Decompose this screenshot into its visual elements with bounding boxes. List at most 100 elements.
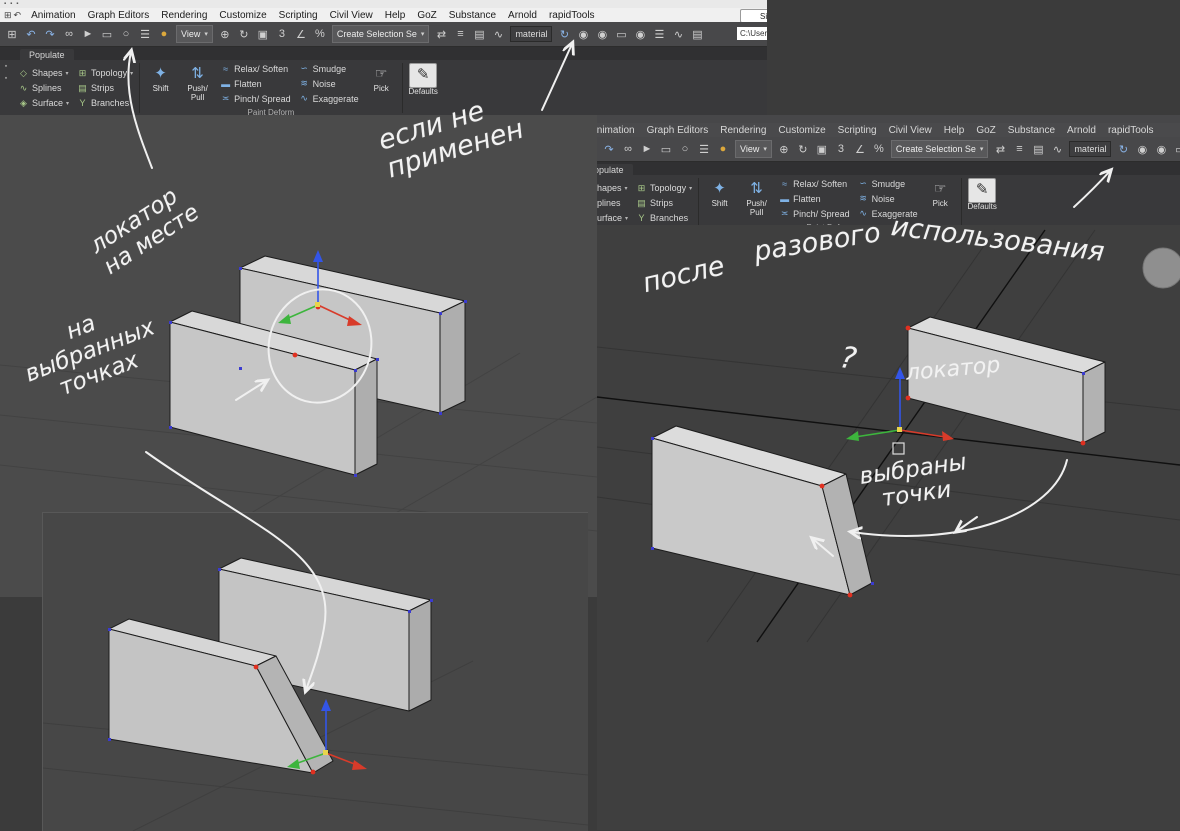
select-arrow-icon[interactable]: ► <box>79 25 97 44</box>
material-field[interactable]: material <box>1069 141 1111 157</box>
render-teapot-icon[interactable]: ◉ <box>631 25 649 44</box>
shapes-button[interactable]: ◇ Shapes ▾ <box>597 181 631 196</box>
select-arrow-icon[interactable]: ► <box>638 140 656 159</box>
move-icon[interactable]: ⊕ <box>216 25 234 44</box>
view-dropdown[interactable]: View ▾ <box>176 25 213 43</box>
menu-arnold[interactable]: Arnold <box>1061 125 1102 136</box>
menu-graph-editors[interactable]: Graph Editors <box>82 10 156 21</box>
menu-substance[interactable]: Substance <box>443 10 502 21</box>
angle-snap-icon[interactable]: ∠ <box>292 25 310 44</box>
menu-rendering[interactable]: Rendering <box>714 125 772 136</box>
view-sphere-icon[interactable]: ● <box>714 140 732 159</box>
branches-button[interactable]: Y Branches <box>633 211 695 226</box>
angle-snap-icon[interactable]: ∠ <box>851 140 869 159</box>
menu-rendering[interactable]: Rendering <box>155 10 213 21</box>
viewport-bottom-left[interactable] <box>42 512 588 831</box>
render-frame-icon[interactable]: ▭ <box>612 25 630 44</box>
undo-icon[interactable]: ↶ <box>22 25 40 44</box>
rotate-icon[interactable]: ↻ <box>235 25 253 44</box>
menu-customize[interactable]: Customize <box>772 125 831 136</box>
link-icon[interactable]: ∞ <box>60 25 78 44</box>
select-by-name-icon[interactable]: ☰ <box>695 140 713 159</box>
relax-soften-button[interactable]: ≈ Relax/ Soften <box>776 176 853 191</box>
menu-rapidtools[interactable]: rapidTools <box>543 10 601 21</box>
undo-icon[interactable]: ↶ <box>14 10 22 21</box>
mirror-icon[interactable]: ⇄ <box>991 140 1009 159</box>
tab-populate[interactable]: Populate <box>597 164 633 175</box>
mirror-icon[interactable]: ⇄ <box>432 25 450 44</box>
shapes-button[interactable]: ◇ Shapes ▾ <box>15 66 72 81</box>
material-field[interactable]: material <box>510 26 552 42</box>
surface-button[interactable]: ◈ Surface ▾ <box>597 211 631 226</box>
rotate-icon[interactable]: ↻ <box>794 140 812 159</box>
material-editor-icon[interactable]: ◉ <box>574 25 592 44</box>
select-by-name-icon[interactable]: ☰ <box>136 25 154 44</box>
project-path-field[interactable]: C:\Users <box>737 27 767 40</box>
relax-soften-button[interactable]: ≈ Relax/ Soften <box>217 61 294 76</box>
exaggerate-button[interactable]: ∿ Exaggerate <box>855 206 921 221</box>
menu-animation[interactable]: Animation <box>25 10 81 21</box>
move-icon[interactable]: ⊕ <box>775 140 793 159</box>
splines-button[interactable]: ∿ Splines <box>597 196 631 211</box>
flatten-button[interactable]: ▬ Flatten <box>776 191 853 206</box>
ribbon-config-icon[interactable]: ▪ <box>5 75 7 82</box>
menu-goz[interactable]: GoZ <box>970 125 1001 136</box>
scale-icon[interactable]: ▣ <box>813 140 831 159</box>
menu-arnold[interactable]: Arnold <box>502 10 543 21</box>
strips-button[interactable]: ▤ Strips <box>74 81 136 96</box>
layers-icon[interactable]: ▤ <box>688 25 706 44</box>
noise-button[interactable]: ≋ Noise <box>296 76 362 91</box>
defaults-button[interactable]: ✎ Defaults <box>964 175 1001 225</box>
selection-set-dropdown[interactable]: Create Selection Se ▾ <box>891 140 989 158</box>
curve-icon[interactable]: ∿ <box>669 25 687 44</box>
align-icon[interactable]: ≡ <box>1010 140 1028 159</box>
branches-button[interactable]: Y Branches <box>74 96 136 111</box>
smudge-button[interactable]: ∽ Smudge <box>296 61 362 76</box>
sign-in-button[interactable]: Sign i <box>740 9 767 23</box>
window-grid-icon[interactable]: ⊞ <box>3 25 21 44</box>
select-by-name-icon[interactable]: ☰ <box>650 25 668 44</box>
menu-help[interactable]: Help <box>938 125 971 136</box>
render-setup-icon[interactable]: ◉ <box>1152 140 1170 159</box>
exaggerate-button[interactable]: ∿ Exaggerate <box>296 91 362 106</box>
menu-help[interactable]: Help <box>379 10 412 21</box>
topology-button[interactable]: ⊞ Topology ▾ <box>74 66 136 81</box>
push-pull-button[interactable]: ⇅ Push/ Pull <box>738 175 775 222</box>
shift-button[interactable]: ✦ Shift <box>701 175 738 222</box>
app-grid-icon[interactable]: ⊞ <box>4 10 12 21</box>
menu-customize[interactable]: Customize <box>213 10 272 21</box>
view-dropdown[interactable]: View ▾ <box>735 140 772 158</box>
snap-toggle-icon[interactable]: 3 <box>273 25 291 44</box>
rect-select-icon[interactable]: ▭ <box>98 25 116 44</box>
layers-icon[interactable]: ▤ <box>1029 140 1047 159</box>
rotate-refresh-icon[interactable]: ↻ <box>1114 140 1132 159</box>
undo-icon[interactable]: ↶ <box>597 140 599 159</box>
topology-button[interactable]: ⊞ Topology ▾ <box>633 181 695 196</box>
curve-editor-icon[interactable]: ∿ <box>1048 140 1066 159</box>
circle-select-icon[interactable]: ○ <box>117 25 135 44</box>
splines-button[interactable]: ∿ Splines <box>15 81 72 96</box>
ribbon-config-icons[interactable]: ▪ ▪ <box>1 63 11 82</box>
material-editor-icon[interactable]: ◉ <box>1133 140 1151 159</box>
circle-select-icon[interactable]: ○ <box>676 140 694 159</box>
viewcube-sphere[interactable] <box>1143 248 1180 288</box>
selection-set-dropdown[interactable]: Create Selection Se ▾ <box>332 25 430 43</box>
menu-substance[interactable]: Substance <box>1002 125 1061 136</box>
scale-icon[interactable]: ▣ <box>254 25 272 44</box>
render-setup-icon[interactable]: ◉ <box>593 25 611 44</box>
menu-scripting[interactable]: Scripting <box>832 125 883 136</box>
ribbon-config-icon[interactable]: ▪ <box>5 63 7 70</box>
tab-populate[interactable]: Populate <box>20 49 74 60</box>
redo-icon[interactable]: ↷ <box>41 25 59 44</box>
noise-button[interactable]: ≋ Noise <box>855 191 921 206</box>
defaults-button[interactable]: ✎ Defaults <box>405 60 442 115</box>
curve-editor-icon[interactable]: ∿ <box>489 25 507 44</box>
link-icon[interactable]: ∞ <box>619 140 637 159</box>
menu-rapidtools[interactable]: rapidTools <box>1102 125 1160 136</box>
pinch-spread-button[interactable]: ≍ Pinch/ Spread <box>217 91 294 106</box>
percent-snap-icon[interactable]: % <box>870 140 888 159</box>
menu-animation[interactable]: Animation <box>597 125 641 136</box>
menu-graph-editors[interactable]: Graph Editors <box>641 125 715 136</box>
pinch-spread-button[interactable]: ≍ Pinch/ Spread <box>776 206 853 221</box>
layers-icon[interactable]: ▤ <box>470 25 488 44</box>
